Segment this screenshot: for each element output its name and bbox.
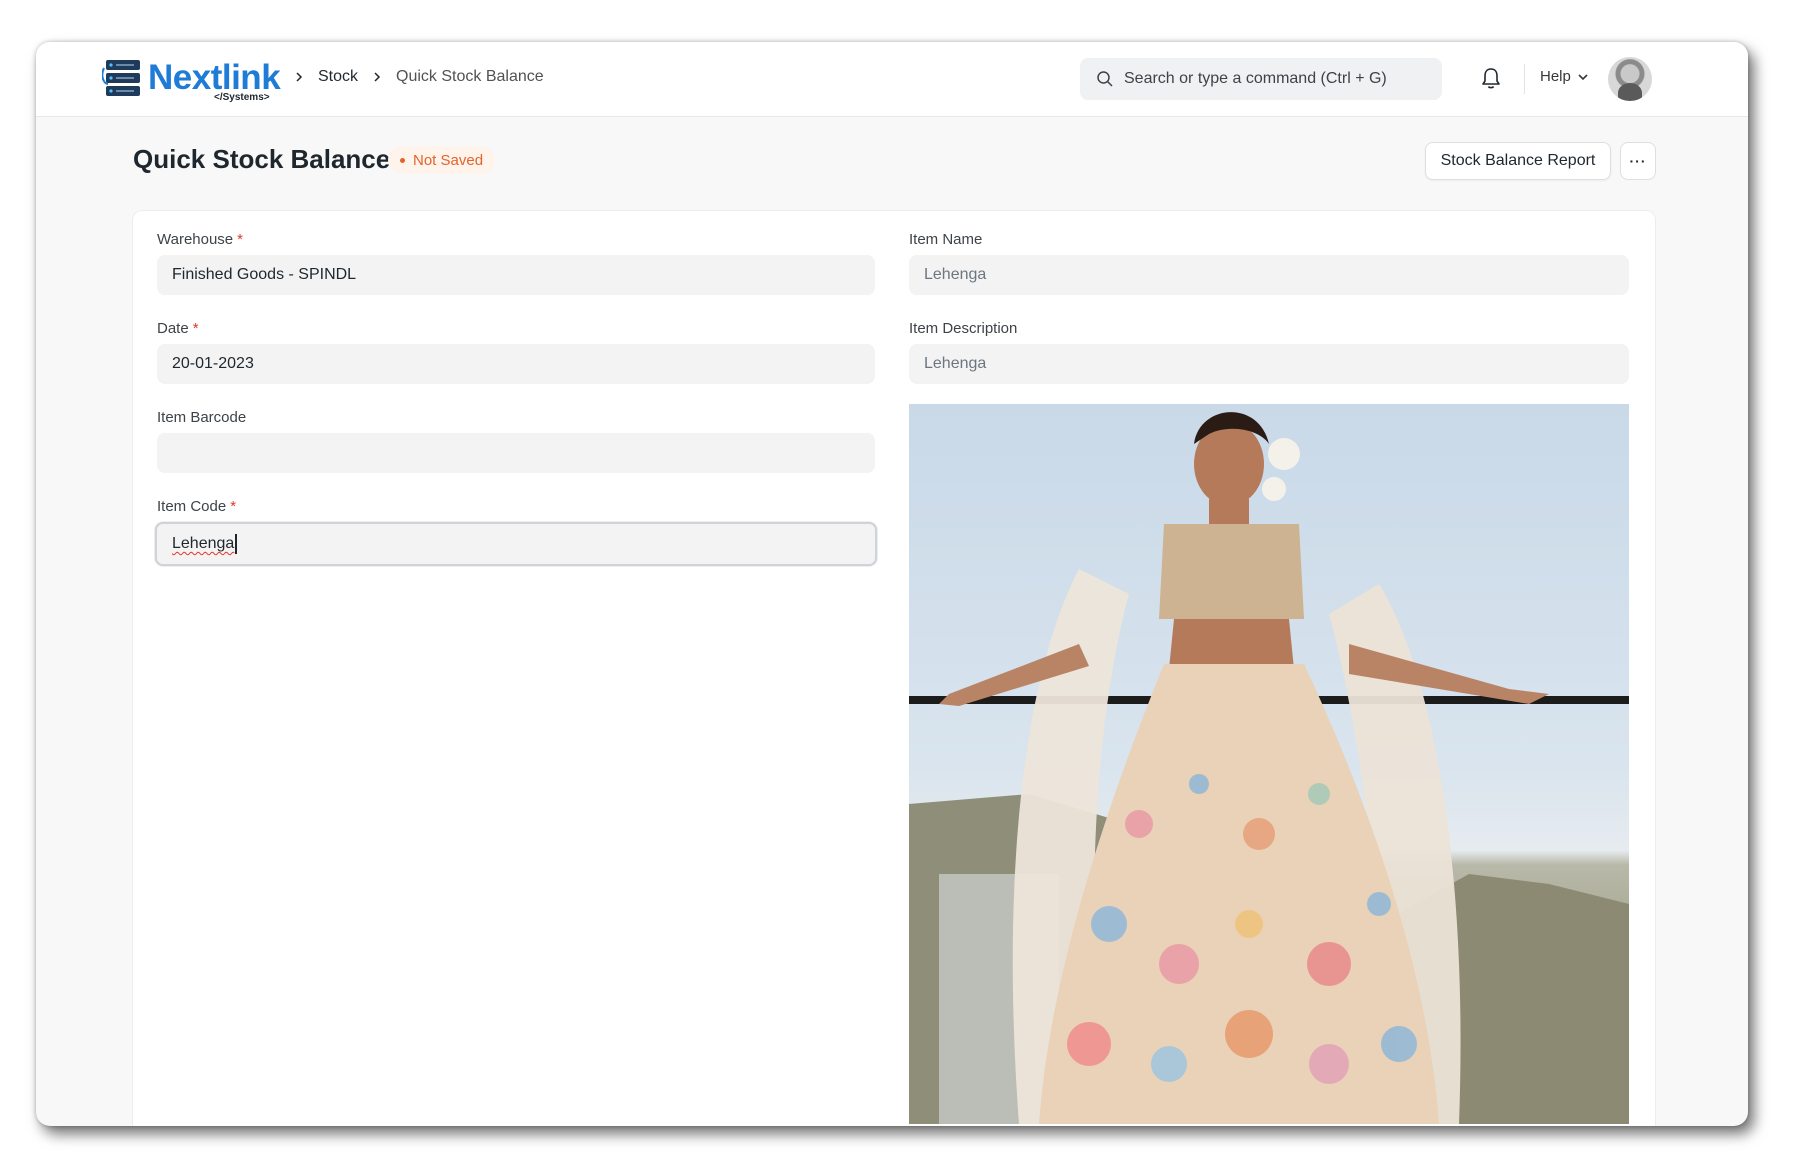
date-field[interactable]: 20-01-2023	[157, 344, 875, 384]
more-actions-button[interactable]: ···	[1620, 142, 1656, 180]
date-label: Date *	[157, 320, 199, 337]
breadcrumb-stock[interactable]: Stock	[318, 68, 358, 86]
date-label-text: Date	[157, 320, 189, 337]
item-image	[909, 404, 1629, 1124]
help-label: Help	[1540, 68, 1571, 85]
required-marker: *	[237, 231, 243, 248]
search-input[interactable]: Search or type a command (Ctrl + G)	[1080, 58, 1442, 100]
search-icon	[1097, 71, 1113, 87]
page-title: Quick Stock Balance	[133, 144, 391, 174]
navbar-divider	[1524, 64, 1525, 94]
item-code-label-text: Item Code	[157, 498, 227, 515]
brand-subtitle: </Systems>	[214, 92, 270, 103]
chevron-right-icon	[374, 72, 381, 82]
form-card: Warehouse * Finished Goods - SPINDL Date *…	[132, 210, 1656, 1126]
item-code-field[interactable]: Lehenga	[155, 522, 877, 566]
item-code-value: Lehenga	[172, 535, 235, 552]
warehouse-label: Warehouse *	[157, 231, 243, 248]
chevron-down-icon	[1578, 73, 1588, 80]
breadcrumb-quick-stock-balance[interactable]: Quick Stock Balance	[396, 68, 544, 86]
server-logo-icon	[102, 60, 140, 96]
search-placeholder: Search or type a command (Ctrl + G)	[1124, 70, 1387, 87]
warehouse-field[interactable]: Finished Goods - SPINDL	[157, 255, 875, 295]
item-name-label: Item Name	[909, 231, 983, 248]
navbar: Nextlink </Systems> Stock Quick Stock Ba…	[36, 42, 1748, 117]
item-barcode-label: Item Barcode	[157, 409, 247, 426]
warehouse-label-text: Warehouse	[157, 231, 234, 248]
text-caret	[235, 534, 237, 554]
item-description-field[interactable]: Lehenga	[909, 344, 1629, 384]
item-barcode-field[interactable]	[157, 433, 875, 473]
status-dot-icon	[400, 157, 405, 163]
bell-icon[interactable]	[1480, 66, 1502, 90]
item-name-field[interactable]: Lehenga	[909, 255, 1629, 295]
required-marker: *	[192, 320, 199, 337]
item-image-illustration	[909, 412, 1629, 1124]
status-label: Not Saved	[413, 151, 484, 169]
item-description-label: Item Description	[909, 320, 1018, 337]
chevron-right-icon	[296, 72, 303, 82]
app-window: Nextlink </Systems> Stock Quick Stock Ba…	[36, 42, 1748, 1126]
help-dropdown[interactable]: Help	[1540, 68, 1589, 85]
brand-logo[interactable]: Nextlink </Systems>	[102, 54, 282, 104]
status-badge: Not Saved	[388, 146, 496, 174]
user-avatar-icon[interactable]	[1608, 57, 1652, 101]
item-code-label: Item Code *	[157, 498, 236, 515]
required-marker: *	[230, 498, 237, 515]
breadcrumb: Stock Quick Stock Balance	[294, 68, 544, 86]
stock-balance-report-button[interactable]: Stock Balance Report	[1425, 142, 1611, 180]
